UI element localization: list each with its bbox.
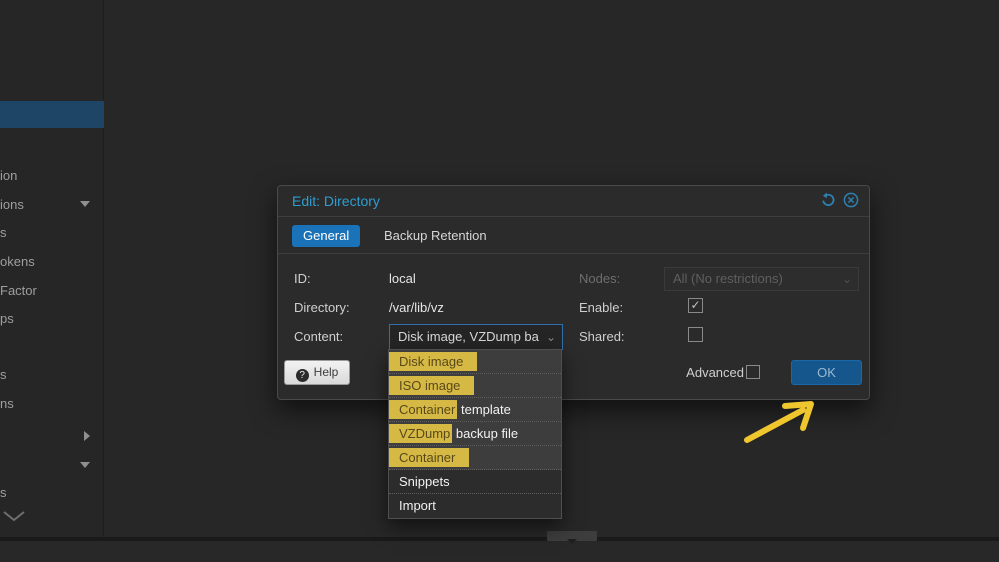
dropdown-option-label: Snippets	[399, 474, 450, 489]
sidebar-item-label: okens	[0, 254, 35, 269]
help-button-label: Help	[313, 365, 339, 379]
dialog-footer: ? Help Advanced OK	[278, 353, 869, 399]
nodes-dropdown-value: All (No restrictions)	[673, 271, 783, 286]
dropdown-option[interactable]: Disk image	[389, 350, 561, 374]
chevron-right-icon[interactable]	[84, 431, 90, 441]
sidebar-item-selected[interactable]	[0, 101, 104, 128]
content-dropdown[interactable]: Disk image, VZDump ba ⌄	[389, 324, 563, 350]
dialog-header[interactable]: Edit: Directory	[278, 186, 869, 217]
chevron-down-icon[interactable]	[80, 462, 90, 468]
dropdown-option[interactable]: ISO image	[389, 374, 561, 398]
nodes-label: Nodes:	[579, 271, 621, 286]
sidebar-item-label: ion	[0, 168, 18, 183]
marker-highlight: Container	[389, 400, 458, 419]
content-dropdown-list: Disk image ISO image Container template VZD…	[388, 349, 562, 519]
ok-button-label: OK	[817, 365, 836, 380]
dialog-title: Edit: Directory	[292, 193, 380, 209]
sidebar-item-label: s	[0, 367, 7, 382]
sidebar-item-label: Factor	[0, 283, 37, 298]
sidebar-item[interactable]: s	[0, 366, 104, 384]
shared-checkbox[interactable]	[688, 327, 703, 342]
help-button[interactable]: ? Help	[284, 360, 350, 385]
dropdown-option[interactable]: Container	[389, 446, 561, 470]
advanced-checkbox[interactable]	[746, 365, 760, 379]
dropdown-option[interactable]: VZDump backup file	[389, 422, 561, 446]
dropdown-option[interactable]: Import	[389, 494, 561, 518]
enable-label: Enable:	[579, 300, 624, 315]
chevron-down-icon: ⌄	[545, 330, 556, 344]
id-value: local	[389, 271, 416, 286]
directory-label: Directory:	[294, 300, 350, 315]
id-label: ID:	[294, 271, 311, 286]
sidebar-item[interactable]: okens	[0, 253, 104, 271]
bottom-log-panel	[0, 541, 999, 562]
dropdown-option-label: backup file	[452, 426, 519, 441]
content-dropdown-value: Disk image, VZDump ba	[398, 329, 539, 344]
sidebar-item-label: ps	[0, 311, 14, 326]
shared-label: Shared:	[579, 329, 625, 344]
tab-backup-retention[interactable]: Backup Retention	[373, 225, 498, 247]
sidebar-item[interactable]: ns	[0, 395, 104, 413]
help-icon: ?	[295, 369, 309, 382]
marker-highlight: Disk image	[389, 352, 478, 371]
sidebar-nav: ion ions s okens Factor ps s ns s	[0, 0, 104, 538]
tab-general[interactable]: General	[292, 225, 361, 247]
sidebar-item[interactable]: ps	[0, 310, 104, 328]
dropdown-option[interactable]: Snippets	[389, 470, 561, 494]
marker-highlight: Container	[389, 448, 470, 467]
edit-directory-dialog: Edit: Directory General Backup Retention…	[277, 185, 870, 400]
sidebar-item-label: s	[0, 225, 7, 240]
sidebar-item[interactable]: s	[0, 484, 104, 502]
ok-button[interactable]: OK	[791, 360, 862, 385]
sidebar-item[interactable]: ions	[0, 196, 104, 214]
dropdown-option-label: template	[457, 402, 511, 417]
sidebar-item[interactable]	[0, 457, 104, 475]
close-icon[interactable]	[843, 192, 859, 208]
content-label: Content:	[294, 329, 344, 344]
sidebar-item-label: ions	[0, 197, 24, 212]
collapse-down-icon	[567, 539, 577, 544]
nodes-dropdown: All (No restrictions) ⌄	[664, 267, 859, 291]
dropdown-option-label: Import	[399, 498, 436, 513]
sidebar-item[interactable]: ion	[0, 167, 104, 185]
annotation-arrow-icon	[744, 401, 814, 443]
dialog-tabbar: General Backup Retention	[278, 218, 869, 254]
sidebar-item[interactable]: Factor	[0, 282, 104, 300]
marker-highlight: ISO image	[389, 376, 475, 395]
dropdown-option[interactable]: Container template	[389, 398, 561, 422]
undo-icon[interactable]	[820, 192, 836, 208]
chevron-down-icon: ⌄	[841, 272, 852, 286]
sidebar-item[interactable]: s	[0, 224, 104, 242]
sidebar-item-label: ns	[0, 396, 14, 411]
chevron-down-icon[interactable]	[80, 201, 90, 207]
sidebar-item-label: s	[0, 485, 7, 500]
marker-highlight: VZDump	[389, 424, 453, 443]
directory-value: /var/lib/vz	[389, 300, 444, 315]
scroll-down-chevron-icon[interactable]	[2, 510, 26, 522]
splitter-collapse-handle[interactable]	[547, 531, 597, 544]
sidebar-item[interactable]	[0, 428, 104, 446]
enable-checkbox[interactable]: ✓	[688, 298, 703, 313]
advanced-label: Advanced	[686, 365, 744, 380]
